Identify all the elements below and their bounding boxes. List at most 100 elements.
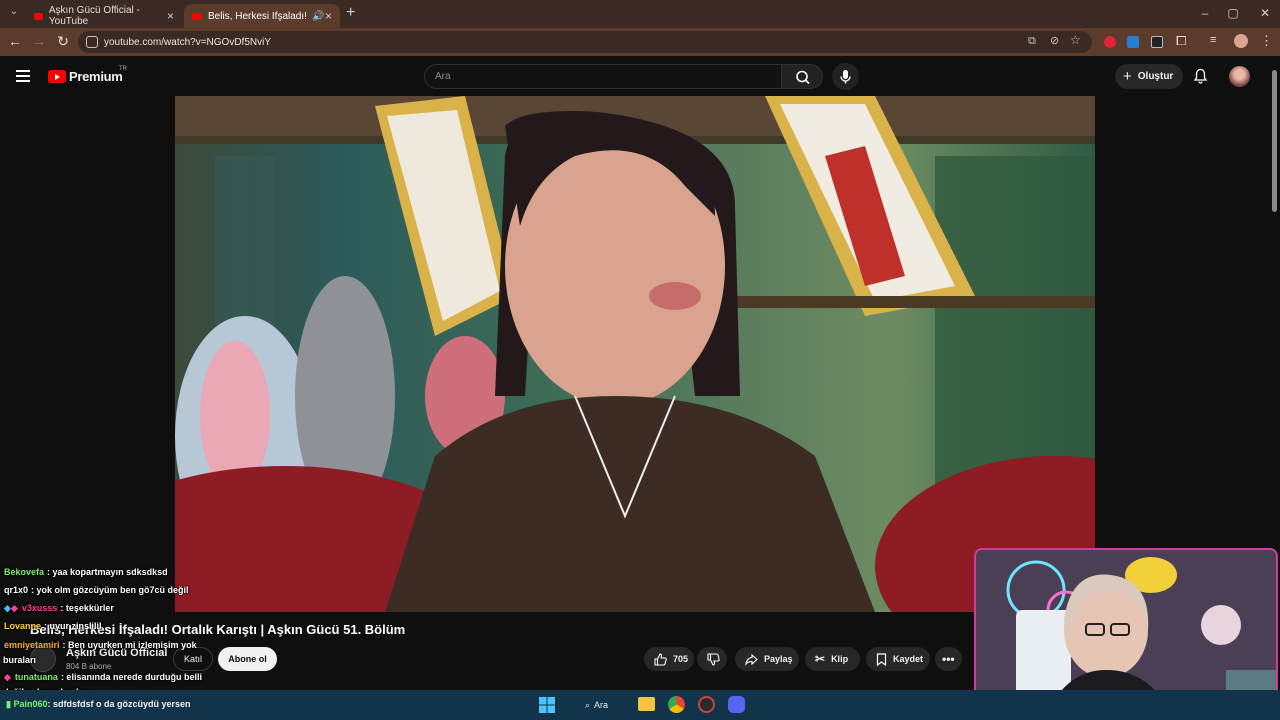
save-button[interactable]: Kaydet: [866, 647, 930, 671]
create-label: Oluştur: [1137, 71, 1174, 82]
dislike-button[interactable]: [697, 647, 727, 671]
audio-playing-icon[interactable]: 🔊: [312, 11, 324, 22]
browser-tab-bar: ⌄ Aşkın Gücü Official - YouTube × Belis,…: [0, 0, 1280, 28]
chat-text: : Ben uyurken mi izlemişim yok: [62, 640, 197, 650]
chat-message: buraları: [3, 655, 36, 665]
reading-list-icon[interactable]: ≡: [1210, 34, 1216, 46]
chat-username: emniyetamiri: [4, 640, 60, 650]
chat-message: ◆ tunatuana: elisanında nerede durduğu be…: [4, 672, 202, 683]
cast-icon[interactable]: ⧉: [1028, 35, 1036, 48]
badge-icon: ◆: [4, 672, 11, 682]
tab-title: Aşkın Gücü Official - YouTube: [48, 5, 140, 27]
youtube-header: Premium TR Ara + Oluştur: [0, 56, 1280, 96]
chat-username: Bekovefa: [4, 567, 45, 577]
browser-tab-active[interactable]: Belis, Herkesi İfşaladı! Ortal 🔊 ×: [184, 4, 340, 28]
tab-search-icon[interactable]: ⌄: [6, 6, 22, 22]
extension-icon[interactable]: [1127, 36, 1139, 48]
browser-toolbar: ← → ↻ youtube.com/watch?v=NGOvDf5NviY ⧉ …: [0, 28, 1280, 56]
youtube-logo-text[interactable]: Premium: [69, 69, 123, 84]
chat-text: buraları: [3, 655, 37, 665]
scissors-icon: ✂: [815, 652, 826, 666]
subscriber-count: 804 B abone: [66, 662, 112, 671]
share-label: Paylaş: [764, 654, 793, 664]
more-actions-icon[interactable]: •••: [935, 647, 962, 671]
microphone-icon: [840, 70, 851, 84]
join-button[interactable]: Katıl: [173, 647, 213, 671]
site-info-icon[interactable]: [86, 36, 98, 48]
scrollbar-thumb[interactable]: [1272, 70, 1277, 212]
voice-search-button[interactable]: [832, 63, 859, 90]
chat-text: : uyur zinslilil: [44, 621, 102, 631]
extension-icon[interactable]: [1104, 36, 1116, 48]
share-icon: [745, 653, 758, 666]
create-button[interactable]: + Oluştur: [1115, 64, 1183, 89]
bookmark-star-icon[interactable]: ☆: [1070, 33, 1081, 47]
bookmark-icon: [876, 652, 887, 666]
chat-text: : yok olm gözcüyüm ben gö7cü değil: [31, 585, 189, 595]
close-window-icon[interactable]: ✕: [1256, 6, 1274, 20]
forward-icon[interactable]: →: [30, 33, 48, 49]
clip-button[interactable]: ✂ Klip: [805, 647, 860, 671]
chat-text: : teşekkürler: [60, 603, 114, 613]
chat-message: Lovanne: uyur zinslilil: [4, 621, 102, 631]
chat-username: tunatuana: [14, 672, 58, 682]
minimize-icon[interactable]: –: [1196, 6, 1214, 20]
close-tab-icon[interactable]: ×: [325, 9, 332, 23]
extensions-puzzle-icon[interactable]: ⧠: [1176, 33, 1186, 49]
search-icon: [796, 70, 810, 85]
profile-avatar[interactable]: [1234, 34, 1248, 48]
youtube-favicon: [34, 12, 43, 20]
search-icon: ⌕: [585, 699, 591, 710]
subscribe-button[interactable]: Abone ol: [218, 647, 277, 671]
region-code: TR: [119, 66, 127, 72]
tab-title: Belis, Herkesi İfşaladı! Ortal: [208, 10, 308, 22]
chat-username: qr1x0: [4, 585, 29, 595]
new-tab-icon[interactable]: +: [346, 4, 355, 22]
discord-icon[interactable]: [728, 696, 745, 713]
browser-menu-icon[interactable]: ⋮: [1260, 33, 1273, 49]
chat-message: ▮ Pain060: sdfdsfdsf o da gözcüydü yerse…: [6, 699, 191, 710]
chat-message: Bekovefa: yaa kopartmayın sdksdksd: [4, 567, 168, 577]
windows-taskbar: ▮ Pain060: sdfdsfdsf o da gözcüydü yerse…: [0, 690, 1280, 720]
chat-username: Pain060: [13, 699, 48, 709]
badge-icon: ▮: [6, 699, 11, 709]
search-input[interactable]: Ara: [424, 64, 782, 89]
chrome-icon[interactable]: [668, 696, 685, 713]
search-button[interactable]: [781, 64, 823, 89]
chat-text: : sdfdsfdsf o da gözcüydü yersen: [47, 699, 191, 709]
youtube-favicon: [192, 12, 202, 20]
taskbar-search[interactable]: ⌕ Ara: [579, 695, 629, 715]
notification-bell-icon[interactable]: [1193, 68, 1208, 84]
app-icon[interactable]: [698, 696, 715, 713]
address-bar[interactable]: youtube.com/watch?v=NGOvDf5NviY ⧉ ⊘ ☆: [78, 31, 1092, 53]
chat-message: ◆◆ v3xusss: teşekkürler: [4, 603, 114, 614]
file-explorer-icon[interactable]: [638, 697, 655, 711]
url-text: youtube.com/watch?v=NGOvDf5NviY: [104, 36, 272, 48]
maximize-icon[interactable]: ▢: [1224, 6, 1242, 20]
chat-text: : elisanında nerede durduğu belli: [60, 672, 202, 682]
browser-tab[interactable]: Aşkın Gücü Official - YouTube ×: [26, 4, 182, 28]
share-button[interactable]: Paylaş: [735, 647, 799, 671]
eye-off-icon[interactable]: ⊘: [1050, 34, 1059, 47]
badge-icon: ◆: [4, 603, 11, 613]
chat-message: qr1x0: yok olm gözcüyüm ben gö7cü değil: [4, 585, 189, 595]
extension-icon[interactable]: [1151, 36, 1163, 48]
thumbs-up-icon: [654, 652, 667, 666]
youtube-logo-icon[interactable]: [48, 70, 66, 83]
like-button[interactable]: 705: [644, 647, 694, 671]
plus-icon: +: [1123, 68, 1132, 85]
save-label: Kaydet: [893, 654, 924, 664]
hamburger-menu-icon[interactable]: [16, 70, 30, 82]
windows-start-icon[interactable]: [539, 697, 555, 713]
back-icon[interactable]: ←: [6, 33, 24, 49]
reload-icon[interactable]: ↻: [54, 33, 72, 50]
like-count: 705: [673, 654, 689, 664]
close-tab-icon[interactable]: ×: [167, 9, 174, 23]
chat-username: v3xusss: [21, 603, 58, 613]
chat-message: emniyetamiri: Ben uyurken mi izlemişim y…: [4, 640, 197, 650]
video-player[interactable]: [175, 96, 1095, 612]
account-avatar[interactable]: [1229, 66, 1250, 87]
taskbar-search-label: Ara: [594, 700, 609, 710]
thumbs-down-icon: [707, 652, 720, 666]
chat-username: Lovanne: [4, 621, 42, 631]
